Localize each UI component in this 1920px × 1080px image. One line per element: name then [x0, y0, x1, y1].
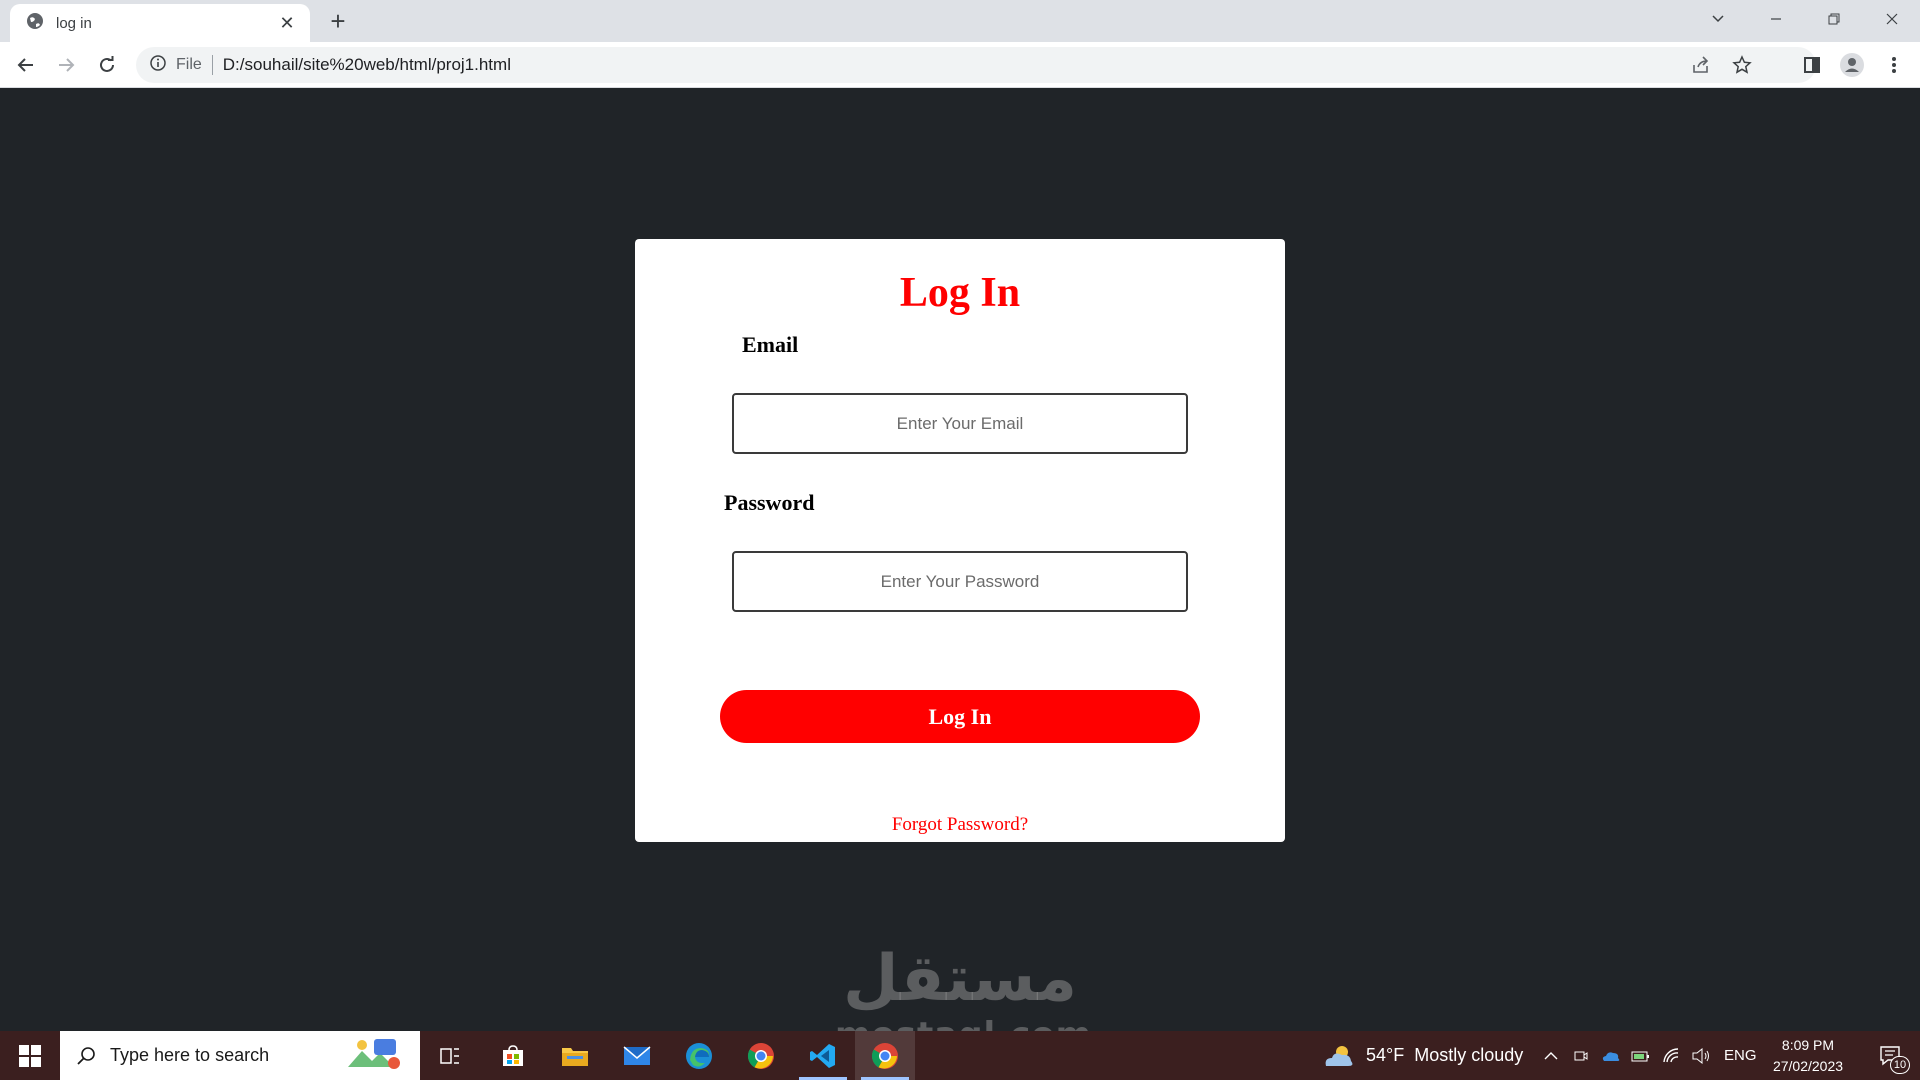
url-separator [211, 55, 213, 75]
weather-widget[interactable]: 54°F Mostly cloudy [1322, 1031, 1523, 1080]
reload-button[interactable] [91, 49, 123, 81]
cloud-icon [1325, 1045, 1353, 1066]
star-icon [1732, 55, 1752, 74]
share-button[interactable] [1691, 47, 1711, 83]
chrome-app-button[interactable] [731, 1031, 791, 1080]
windows-icon [19, 1044, 41, 1067]
notification-center-button[interactable]: 10 [1866, 1031, 1916, 1080]
browser-tabstrip: log in ✕ + [0, 0, 1920, 42]
chrome-icon [747, 1042, 774, 1069]
profile-button[interactable] [1836, 49, 1868, 81]
wifi-icon[interactable] [1656, 1031, 1686, 1080]
restore-icon [1828, 13, 1840, 25]
page-viewport: Log In Email Password Log In Forgot Pass… [0, 88, 1920, 1031]
password-label: Password [724, 490, 815, 515]
side-panel-button[interactable] [1796, 49, 1828, 81]
vscode-app-button[interactable] [793, 1031, 853, 1080]
minimize-icon [1771, 18, 1781, 20]
url-scheme-label: File [176, 56, 202, 73]
notification-badge: 10 [1890, 1056, 1910, 1074]
vscode-icon [810, 1043, 835, 1068]
store-app-button[interactable] [483, 1031, 543, 1080]
kebab-menu-icon [1892, 57, 1896, 73]
forward-button[interactable] [50, 49, 82, 81]
tab-title: log in [56, 14, 92, 32]
clock-time: 8:09 PM [1781, 1036, 1835, 1053]
forgot-password-link[interactable]: Forgot Password? [635, 814, 1285, 836]
new-tab-button[interactable]: + [322, 6, 354, 38]
folder-icon [562, 1047, 588, 1066]
task-view-button[interactable] [420, 1031, 480, 1080]
minimize-button[interactable] [1748, 0, 1804, 38]
close-window-button[interactable] [1864, 0, 1920, 38]
search-icon [77, 1046, 95, 1065]
url-text: D:/souhail/site%20web/html/proj1.html [222, 55, 511, 74]
system-tray: ENG [1536, 1031, 1757, 1080]
start-button[interactable] [0, 1031, 60, 1080]
chrome-icon [871, 1042, 898, 1069]
search-highlight-icon[interactable] [344, 1033, 404, 1078]
clock[interactable]: 8:09 PM 27/02/2023 [1760, 1031, 1856, 1080]
tab-search-button[interactable] [1690, 0, 1746, 38]
watermark-arabic: مستقل [842, 942, 1078, 1016]
file-explorer-button[interactable] [545, 1031, 605, 1080]
taskbar: Type here to search 54°F Mostly cloudy E… [0, 1031, 1920, 1080]
login-card: Log In Email Password Log In Forgot Pass… [635, 239, 1285, 842]
meet-now-icon[interactable] [1566, 1031, 1596, 1080]
back-button[interactable] [10, 49, 42, 81]
globe-icon [26, 12, 44, 35]
arrow-right-icon [59, 58, 75, 72]
info-icon[interactable] [150, 54, 166, 76]
clock-date: 27/02/2023 [1772, 1057, 1844, 1074]
search-placeholder: Type here to search [110, 1045, 270, 1065]
address-bar[interactable]: File D:/souhail/site%20web/html/proj1.ht… [136, 47, 1816, 83]
close-icon [1886, 13, 1898, 25]
mail-app-button[interactable] [607, 1031, 667, 1080]
browser-toolbar: File D:/souhail/site%20web/html/proj1.ht… [0, 42, 1920, 88]
taskbar-search-input[interactable]: Type here to search [60, 1031, 420, 1080]
side-panel-icon [1804, 57, 1820, 73]
tab-close-icon[interactable]: ✕ [276, 13, 298, 34]
edge-icon [686, 1042, 712, 1069]
email-field[interactable] [732, 393, 1188, 454]
mail-icon [623, 1045, 651, 1065]
edge-app-button[interactable] [669, 1031, 729, 1080]
share-icon [1693, 56, 1709, 73]
battery-icon[interactable] [1626, 1031, 1656, 1080]
login-button[interactable]: Log In [720, 690, 1200, 743]
restore-button[interactable] [1806, 0, 1862, 38]
login-title: Log In [899, 270, 1021, 316]
store-icon [503, 1044, 523, 1066]
chevron-up-icon[interactable] [1536, 1031, 1566, 1080]
chrome-active-window-button[interactable] [855, 1031, 915, 1080]
weather-temperature: 54°F [1366, 1045, 1405, 1065]
bookmark-button[interactable] [1732, 47, 1752, 83]
volume-icon[interactable] [1686, 1031, 1716, 1080]
reload-icon [100, 56, 114, 72]
task-view-icon [440, 1047, 459, 1064]
language-indicator[interactable]: ENG [1724, 1047, 1757, 1064]
browser-tab[interactable]: log in ✕ [10, 4, 310, 42]
password-field[interactable] [732, 551, 1188, 612]
menu-button[interactable] [1878, 49, 1910, 81]
email-label: Email [742, 332, 799, 357]
avatar-icon [1840, 53, 1864, 77]
chevron-down-icon [1712, 15, 1724, 23]
onedrive-icon[interactable] [1596, 1031, 1626, 1080]
weather-condition: Mostly cloudy [1414, 1045, 1524, 1065]
arrow-left-icon [17, 58, 33, 72]
